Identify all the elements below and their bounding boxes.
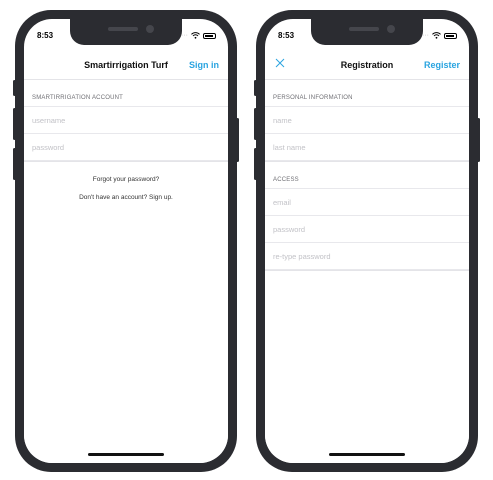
name-row [265,106,469,133]
battery-icon [444,32,457,39]
status-icons: ···· [179,32,216,39]
navigation-bar: Smartirrigation Turf Sign in [24,47,228,80]
personal-fields [265,106,469,162]
notch [70,19,182,45]
password-row [24,133,228,161]
speaker [349,27,379,31]
username-row [24,106,228,133]
section-header-access: ACCESS [265,162,469,188]
access-fields [265,188,469,271]
speaker [108,27,138,31]
section-header-personal: PERSONAL INFORMATION [265,80,469,106]
front-camera [387,25,395,33]
status-icons: ···· [420,32,457,39]
home-indicator[interactable] [329,453,405,456]
login-phone: 8:53 ···· Smartirrigation Turf Sign in S… [13,10,239,472]
retype-password-input[interactable] [273,243,453,269]
username-input[interactable] [32,107,212,133]
notch [311,19,423,45]
last-name-input[interactable] [273,134,453,160]
section-header-label: SMARTIRRIGATION ACCOUNT [32,95,124,101]
last-name-row [265,133,469,161]
password-input[interactable] [273,216,453,242]
account-fields [24,106,228,162]
wifi-icon [191,32,200,39]
email-input[interactable] [273,189,453,215]
forgot-password-link[interactable]: Forgot your password? [24,176,228,183]
password-row [265,215,469,242]
silent-switch [254,80,257,96]
silent-switch [13,80,16,96]
retype-password-row [265,242,469,270]
navigation-bar: Registration Register [265,47,469,80]
registration-phone: 8:53 ···· Registration Register PERSONAL… [254,10,480,472]
section-header-account: SMARTIRRIGATION ACCOUNT [24,80,228,106]
side-button [477,118,480,162]
wifi-icon [432,32,441,39]
section-header-label: PERSONAL INFORMATION [273,95,353,101]
status-time: 8:53 [37,31,54,40]
register-button[interactable]: Register [424,60,460,70]
status-time: 8:53 [278,31,295,40]
login-screen: 8:53 ···· Smartirrigation Turf Sign in S… [24,19,228,463]
section-header-label: ACCESS [273,177,299,183]
home-indicator[interactable] [88,453,164,456]
name-input[interactable] [273,107,453,133]
side-button [236,118,239,162]
sign-in-button[interactable]: Sign in [189,60,219,70]
battery-icon [203,32,216,39]
volume-down-button [254,148,257,180]
email-row [265,188,469,215]
volume-up-button [13,108,16,140]
login-form: SMARTIRRIGATION ACCOUNT Forgot your pass… [24,80,228,463]
sign-up-link[interactable]: Don't have an account? Sign up. [24,194,228,201]
volume-down-button [13,148,16,180]
volume-up-button [254,108,257,140]
registration-screen: 8:53 ···· Registration Register PERSONAL… [265,19,469,463]
password-input[interactable] [32,134,212,160]
front-camera [146,25,154,33]
registration-form: PERSONAL INFORMATION ACCESS [265,80,469,463]
